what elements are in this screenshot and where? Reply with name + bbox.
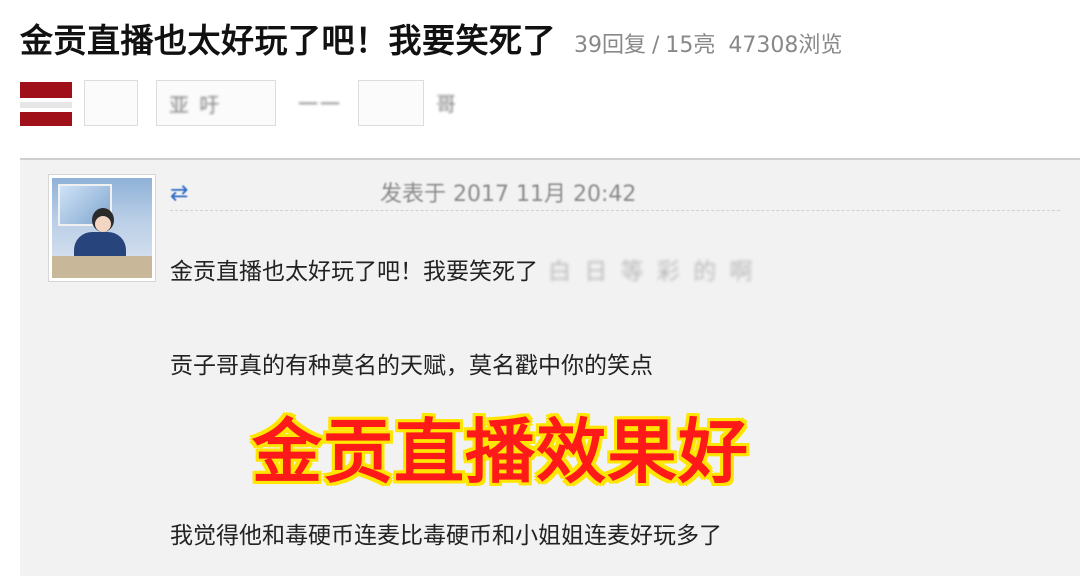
toolbar-button-2-label: 亚 吁	[169, 93, 222, 117]
view-count: 47308浏览	[728, 33, 843, 58]
flag-icon	[20, 82, 72, 126]
thread-header: 金贡直播也太好玩了吧！我要笑死了 39回复/15亮 47308浏览	[20, 14, 848, 64]
post-timestamp: 发表于 2017 11月 20:42	[380, 182, 637, 207]
post-line-2: 贡子哥真的有种莫名的天赋，莫名戳中你的笑点	[170, 353, 653, 379]
overlay-caption: 金贡直播效果好	[252, 411, 749, 493]
post-author-bar: ⇄ 发表于 2017 11月 20:42	[170, 176, 1060, 211]
toolbar-label-end: 哥	[436, 92, 458, 116]
post-line-3: 我觉得他和毒硬币连麦比毒硬币和小姐姐连麦好玩多了	[170, 523, 722, 549]
forum-page: 金贡直播也太好玩了吧！我要笑死了 39回复/15亮 47308浏览 亚 吁 一一…	[0, 0, 1080, 576]
stats-separator: /	[652, 33, 660, 58]
thread-title[interactable]: 金贡直播也太好玩了吧！我要笑死了	[20, 14, 556, 62]
post-line-1-blurred: 白 日 等 彩 的 啊	[548, 259, 756, 285]
post-line-1-text: 金贡直播也太好玩了吧！我要笑死了	[170, 259, 538, 285]
reply-count: 39回复	[574, 33, 646, 58]
like-count: 15亮	[665, 33, 716, 58]
avatar[interactable]	[48, 174, 156, 282]
toolbar-button-3[interactable]	[358, 80, 424, 126]
avatar-image	[52, 178, 152, 278]
toolbar-label-blurred: 一一	[298, 92, 342, 116]
thread-stats: 39回复/15亮 47308浏览	[574, 27, 848, 59]
toolbar-button-1[interactable]	[84, 80, 138, 126]
author-name-icon[interactable]: ⇄	[170, 180, 188, 206]
post-panel: ⇄ 发表于 2017 11月 20:42 金贡直播也太好玩了吧！我要笑死了白 日…	[20, 158, 1080, 576]
toolbar-button-2[interactable]: 亚 吁	[156, 80, 276, 126]
post-line-1: 金贡直播也太好玩了吧！我要笑死了白 日 等 彩 的 啊	[170, 252, 756, 286]
thread-toolbar: 亚 吁 一一 哥	[20, 80, 480, 128]
